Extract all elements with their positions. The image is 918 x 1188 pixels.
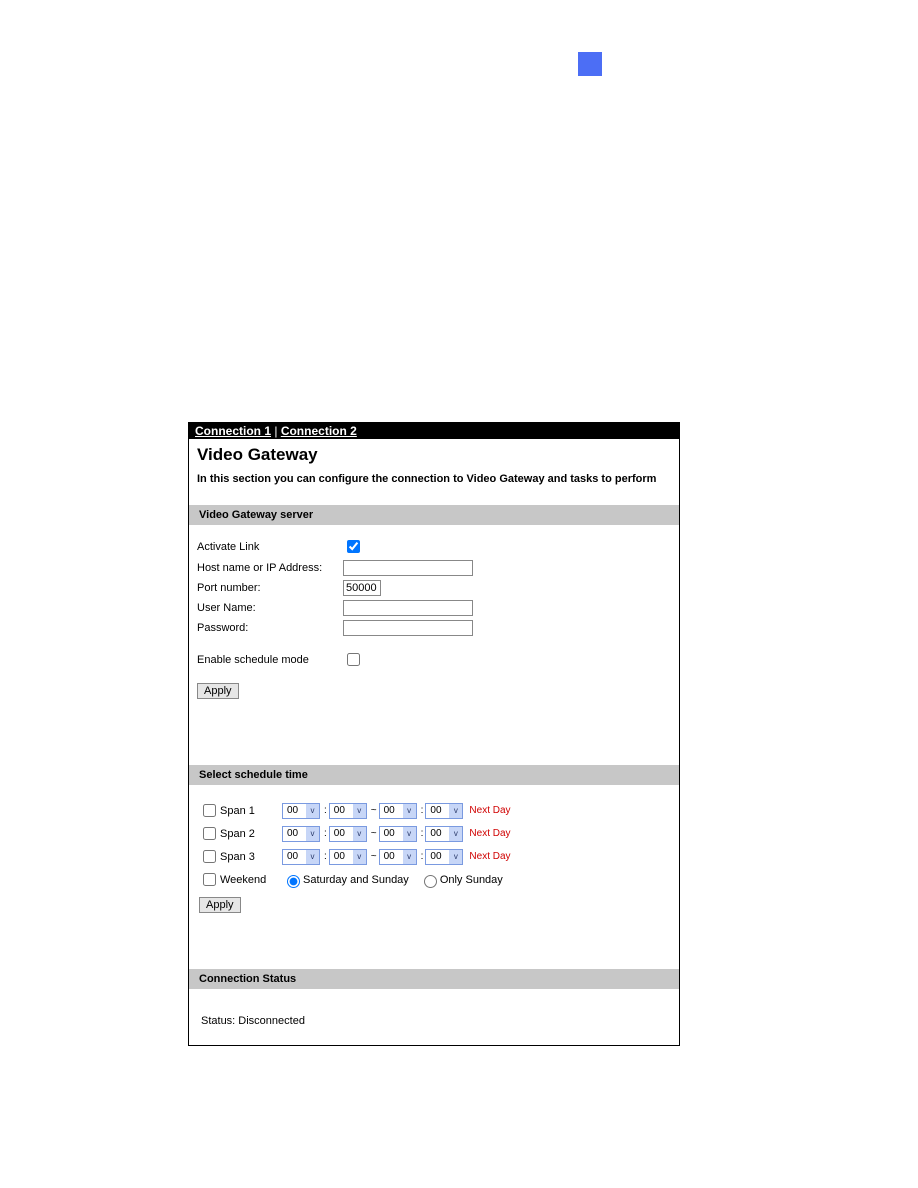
chevron-down-icon: v (353, 827, 366, 841)
schedule-mode-checkbox[interactable] (347, 653, 360, 666)
chevron-down-icon: v (403, 827, 416, 841)
span2-label: Span 2 (220, 828, 282, 840)
apply-schedule-button[interactable]: Apply (199, 897, 241, 913)
apply-server-button[interactable]: Apply (197, 683, 239, 699)
port-input[interactable] (343, 580, 381, 596)
span3-checkbox[interactable] (203, 850, 216, 863)
span1-row: Span 1 00v : 00v ~ 00v : 00v Next Day (199, 801, 669, 820)
host-label: Host name or IP Address: (197, 562, 343, 574)
weekend-only-sun-label: Only Sunday (440, 874, 503, 886)
server-section-body: Activate Link Host name or IP Address: P… (189, 525, 679, 765)
time-tilde: ~ (371, 805, 377, 816)
time-colon: : (324, 851, 327, 862)
server-section-header: Video Gateway server (189, 505, 679, 525)
span3-min2-select[interactable]: 00v (425, 849, 463, 865)
span2-checkbox[interactable] (203, 827, 216, 840)
config-panel: Connection 1 | Connection 2 Video Gatewa… (188, 422, 680, 1046)
span1-label: Span 1 (220, 805, 282, 817)
tab-connection-2[interactable]: Connection 2 (281, 424, 357, 438)
time-colon: : (324, 828, 327, 839)
chevron-down-icon: v (403, 804, 416, 818)
chevron-down-icon: v (449, 850, 462, 864)
span1-min1-select[interactable]: 00v (329, 803, 367, 819)
password-label: Password: (197, 622, 343, 634)
span2-min2-select[interactable]: 00v (425, 826, 463, 842)
span3-hour2-select[interactable]: 00v (379, 849, 417, 865)
time-colon: : (421, 828, 424, 839)
chevron-down-icon: v (353, 850, 366, 864)
username-input[interactable] (343, 600, 473, 616)
port-label: Port number: (197, 582, 343, 594)
span3-hour1-select[interactable]: 00v (282, 849, 320, 865)
page-subtitle: In this section you can configure the co… (197, 473, 671, 485)
chevron-down-icon: v (403, 850, 416, 864)
span2-row: Span 2 00v : 00v ~ 00v : 00v Next Day (199, 824, 669, 843)
span3-min1-select[interactable]: 00v (329, 849, 367, 865)
host-input[interactable] (343, 560, 473, 576)
time-colon: : (421, 851, 424, 862)
span2-hour1-select[interactable]: 00v (282, 826, 320, 842)
password-input[interactable] (343, 620, 473, 636)
schedule-section-header: Select schedule time (189, 765, 679, 785)
activate-link-checkbox[interactable] (347, 540, 360, 553)
status-text: Status: Disconnected (201, 1015, 305, 1027)
span3-row: Span 3 00v : 00v ~ 00v : 00v Next Day (199, 847, 669, 866)
page-title: Video Gateway (197, 445, 671, 465)
tab-bar: Connection 1 | Connection 2 (189, 423, 679, 439)
time-tilde: ~ (371, 851, 377, 862)
tab-connection-1[interactable]: Connection 1 (195, 424, 271, 438)
status-section-body: Status: Disconnected (189, 989, 679, 1045)
weekend-label: Weekend (220, 874, 282, 886)
chevron-down-icon: v (353, 804, 366, 818)
span2-min1-select[interactable]: 00v (329, 826, 367, 842)
weekend-sat-sun-radio[interactable] (287, 875, 300, 888)
span1-nextday: Next Day (469, 805, 510, 816)
chevron-down-icon: v (449, 804, 462, 818)
activate-link-label: Activate Link (197, 541, 343, 553)
chevron-down-icon: v (306, 804, 319, 818)
weekend-row: Weekend Saturday and Sunday Only Sunday (199, 870, 669, 889)
chevron-down-icon: v (306, 850, 319, 864)
tab-separator: | (271, 424, 281, 438)
span1-hour2-select[interactable]: 00v (379, 803, 417, 819)
chevron-down-icon: v (306, 827, 319, 841)
weekend-checkbox[interactable] (203, 873, 216, 886)
weekend-only-sun-radio[interactable] (424, 875, 437, 888)
time-tilde: ~ (371, 828, 377, 839)
span1-hour1-select[interactable]: 00v (282, 803, 320, 819)
weekend-sat-sun-label: Saturday and Sunday (303, 874, 409, 886)
span2-hour2-select[interactable]: 00v (379, 826, 417, 842)
status-section-header: Connection Status (189, 969, 679, 989)
span3-nextday: Next Day (469, 851, 510, 862)
span1-checkbox[interactable] (203, 804, 216, 817)
span1-min2-select[interactable]: 00v (425, 803, 463, 819)
schedule-section-body: Span 1 00v : 00v ~ 00v : 00v Next Day Sp… (189, 785, 679, 969)
time-colon: : (421, 805, 424, 816)
page-marker (578, 52, 602, 76)
time-colon: : (324, 805, 327, 816)
schedule-mode-label: Enable schedule mode (197, 654, 343, 666)
username-label: User Name: (197, 602, 343, 614)
span2-nextday: Next Day (469, 828, 510, 839)
span3-label: Span 3 (220, 851, 282, 863)
chevron-down-icon: v (449, 827, 462, 841)
